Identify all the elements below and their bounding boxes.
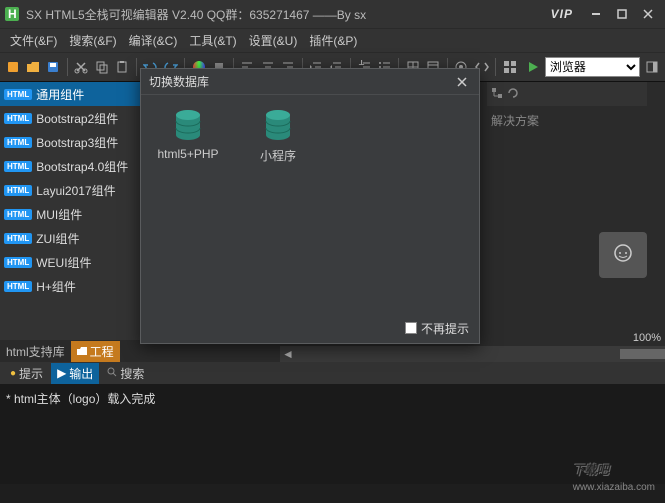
titlebar: H SX HTML5全栈可视编辑器 V2.40 QQ群：635271467 ——… (0, 0, 665, 28)
app-logo-icon: H (4, 6, 20, 22)
menu-compile[interactable]: 编译(&C) (123, 30, 184, 51)
sidebar-item-common[interactable]: HTML 通用组件 (0, 82, 140, 106)
menu-tools[interactable]: 工具(&T) (183, 30, 242, 51)
menu-search[interactable]: 搜索(&F) (63, 30, 122, 51)
sidebar-item-bootstrap3[interactable]: HTML Bootstrap3组件 (0, 130, 140, 154)
solution-label: 解决方案 (487, 106, 647, 135)
menubar: 文件(&F) 搜索(&F) 编译(&C) 工具(&T) 设置(&U) 插件(&P… (0, 28, 665, 52)
html-badge-icon: HTML (4, 113, 32, 124)
html-badge-icon: HTML (4, 137, 32, 148)
window-title: SX HTML5全栈可视编辑器 V2.40 QQ群：635271467 ——By… (26, 6, 551, 23)
right-toolbar (487, 82, 647, 106)
svg-text:H: H (8, 7, 17, 21)
html-badge-icon: HTML (4, 161, 32, 172)
paste-icon[interactable] (113, 57, 130, 77)
sidebar-item-weui[interactable]: HTML WEUI组件 (0, 250, 140, 274)
run-button[interactable] (525, 57, 542, 77)
sidebar-item-label: Bootstrap2组件 (36, 110, 118, 127)
html-badge-icon: HTML (4, 233, 32, 244)
separator (67, 58, 68, 76)
dont-remind-label: 不再提示 (421, 320, 469, 337)
dialog-header[interactable]: 切换数据库 (141, 69, 479, 95)
maximize-button[interactable] (609, 4, 635, 24)
sidebar-tab-support[interactable]: html支持库 (0, 341, 71, 362)
dialog-footer: 不再提示 (141, 313, 479, 343)
sidebar-item-zui[interactable]: HTML ZUI组件 (0, 226, 140, 250)
bulb-icon: ● (10, 368, 16, 379)
scrollbar-thumb[interactable] (620, 349, 665, 359)
dont-remind-checkbox[interactable] (405, 322, 417, 334)
sidebar-item-label: Bootstrap3组件 (36, 134, 118, 151)
chat-icon (611, 243, 635, 267)
sidebar-item-label: Bootstrap4.0组件 (36, 158, 128, 175)
sidebar-item-label: Layui2017组件 (36, 182, 115, 199)
dialog-title: 切换数据库 (149, 73, 453, 90)
sidebar-tabs: html支持库 工程 (0, 340, 140, 362)
horizontal-scrollbar[interactable]: ◄ ► (280, 346, 665, 362)
html-badge-icon: HTML (4, 257, 32, 268)
tree-icon[interactable] (491, 87, 503, 102)
chat-button[interactable] (599, 232, 647, 278)
sidebar-item-label: 通用组件 (36, 86, 84, 103)
minimize-button[interactable] (583, 4, 609, 24)
new-icon[interactable] (4, 57, 21, 77)
sidebar-item-label: MUI组件 (36, 206, 82, 223)
save-icon[interactable] (45, 57, 62, 77)
zoom-level: 100% (633, 332, 661, 344)
tab-hint[interactable]: ●提示 (4, 363, 49, 384)
html-badge-icon: HTML (4, 89, 32, 100)
dialog-close-button[interactable] (453, 73, 471, 91)
sidebar-item-layui[interactable]: HTML Layui2017组件 (0, 178, 140, 202)
db-option-miniprogram[interactable]: 小程序 (243, 107, 313, 301)
tab-search[interactable]: 搜索 (101, 363, 150, 384)
cut-icon[interactable] (73, 57, 90, 77)
arrow-icon: ▶ (57, 366, 66, 380)
copy-icon[interactable] (93, 57, 110, 77)
refresh-icon[interactable] (507, 87, 519, 102)
close-button[interactable] (635, 4, 661, 24)
separator (495, 58, 496, 76)
browser-select[interactable]: 浏览器 (545, 57, 641, 77)
database-icon (170, 107, 206, 143)
right-panel: 解决方案 (487, 82, 647, 135)
tab-output[interactable]: ▶输出 (51, 363, 99, 384)
sidebar-item-label: WEUI组件 (36, 254, 91, 271)
sidebar-item-label: H+组件 (36, 278, 76, 295)
db-option-label: 小程序 (260, 147, 296, 164)
open-icon[interactable] (24, 57, 41, 77)
sidebar-item-bootstrap2[interactable]: HTML Bootstrap2组件 (0, 106, 140, 130)
grid-icon[interactable] (501, 57, 518, 77)
database-icon (260, 107, 296, 143)
vip-badge: VIP (551, 7, 573, 21)
dialog-body: html5+PHP 小程序 (141, 95, 479, 313)
sidebar-item-mui[interactable]: HTML MUI组件 (0, 202, 140, 226)
bottom-tabs: ●提示 ▶输出 搜索 (0, 362, 665, 384)
sidebar-tab-project[interactable]: 工程 (71, 341, 120, 362)
sidebar: HTML 通用组件 HTML Bootstrap2组件 HTML Bootstrap3… (0, 82, 140, 362)
menu-settings[interactable]: 设置(&U) (243, 30, 304, 51)
switch-database-dialog: 切换数据库 html5+PHP 小程序 不再提示 (140, 68, 480, 344)
console-output: * html主体（logo）载入完成 (0, 384, 665, 484)
sidebar-item-label: ZUI组件 (36, 230, 79, 247)
menu-file[interactable]: 文件(&F) (4, 30, 63, 51)
sidebar-item-bootstrap4[interactable]: HTML Bootstrap4.0组件 (0, 154, 140, 178)
db-option-html5php[interactable]: html5+PHP (153, 107, 223, 301)
separator (136, 58, 137, 76)
folder-icon (77, 347, 87, 357)
html-badge-icon: HTML (4, 209, 32, 220)
html-badge-icon: HTML (4, 281, 32, 292)
console-line: * html主体（logo）载入完成 (6, 390, 659, 407)
db-option-label: html5+PHP (157, 147, 218, 161)
search-icon (107, 366, 117, 380)
menu-plugins[interactable]: 插件(&P) (303, 30, 363, 51)
scroll-left-icon[interactable]: ◄ (280, 346, 296, 362)
sidebar-item-hplus[interactable]: HTML H+组件 (0, 274, 140, 298)
panel-toggle-icon[interactable] (643, 57, 660, 77)
html-badge-icon: HTML (4, 185, 32, 196)
